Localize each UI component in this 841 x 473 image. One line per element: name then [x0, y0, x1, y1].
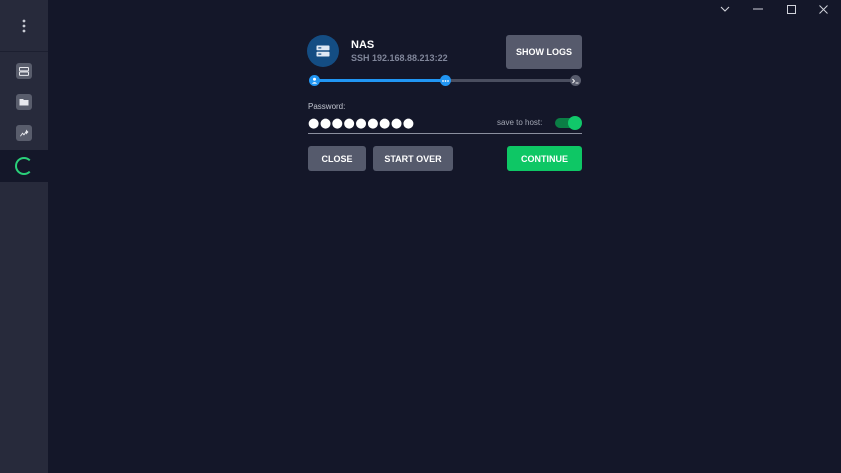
window-maximize-button[interactable]: [774, 0, 808, 18]
minimize-icon: [753, 8, 763, 10]
progress-step-credentials: [440, 75, 451, 86]
show-logs-button[interactable]: SHOW LOGS: [506, 35, 582, 69]
window-close-button[interactable]: [806, 0, 840, 18]
chevron-down-icon: [720, 6, 730, 12]
password-label: Password:: [308, 102, 346, 111]
sidebar-item-port-forwarding[interactable]: [0, 118, 48, 148]
host-address: SSH 192.168.88.213:22: [351, 53, 448, 63]
server-icon: [16, 63, 32, 79]
sidebar-item-hosts[interactable]: [0, 56, 48, 86]
sidebar: [0, 0, 48, 473]
continue-button[interactable]: CONTINUE: [507, 146, 582, 171]
window-collapse-button[interactable]: [708, 0, 742, 18]
port-forward-icon: [16, 125, 32, 141]
terminal-icon: [572, 78, 579, 83]
save-to-host-label: save to host:: [497, 118, 543, 127]
host-name: NAS: [351, 39, 375, 51]
loading-spinner-icon: [15, 157, 33, 175]
toggle-knob: [568, 116, 582, 130]
maximize-icon: [786, 4, 796, 14]
close-button[interactable]: CLOSE: [308, 146, 366, 171]
close-icon: [818, 4, 828, 14]
save-to-host-toggle[interactable]: [555, 116, 582, 130]
window-minimize-button[interactable]: [741, 0, 775, 18]
server-icon: [316, 45, 330, 57]
user-icon: [311, 77, 318, 84]
progress-fill: [314, 79, 445, 82]
sidebar-item-sftp[interactable]: [0, 87, 48, 117]
vertical-dots-icon: [22, 19, 26, 32]
host-avatar: [307, 35, 339, 67]
start-over-button[interactable]: START OVER: [373, 146, 453, 171]
progress-step-terminal: [570, 75, 581, 86]
progress-step-user: [309, 75, 320, 86]
sidebar-item-active-connection[interactable]: [0, 150, 48, 182]
folder-icon: [16, 94, 32, 110]
key-dots-icon: [442, 79, 449, 82]
menu-button[interactable]: [0, 0, 48, 52]
